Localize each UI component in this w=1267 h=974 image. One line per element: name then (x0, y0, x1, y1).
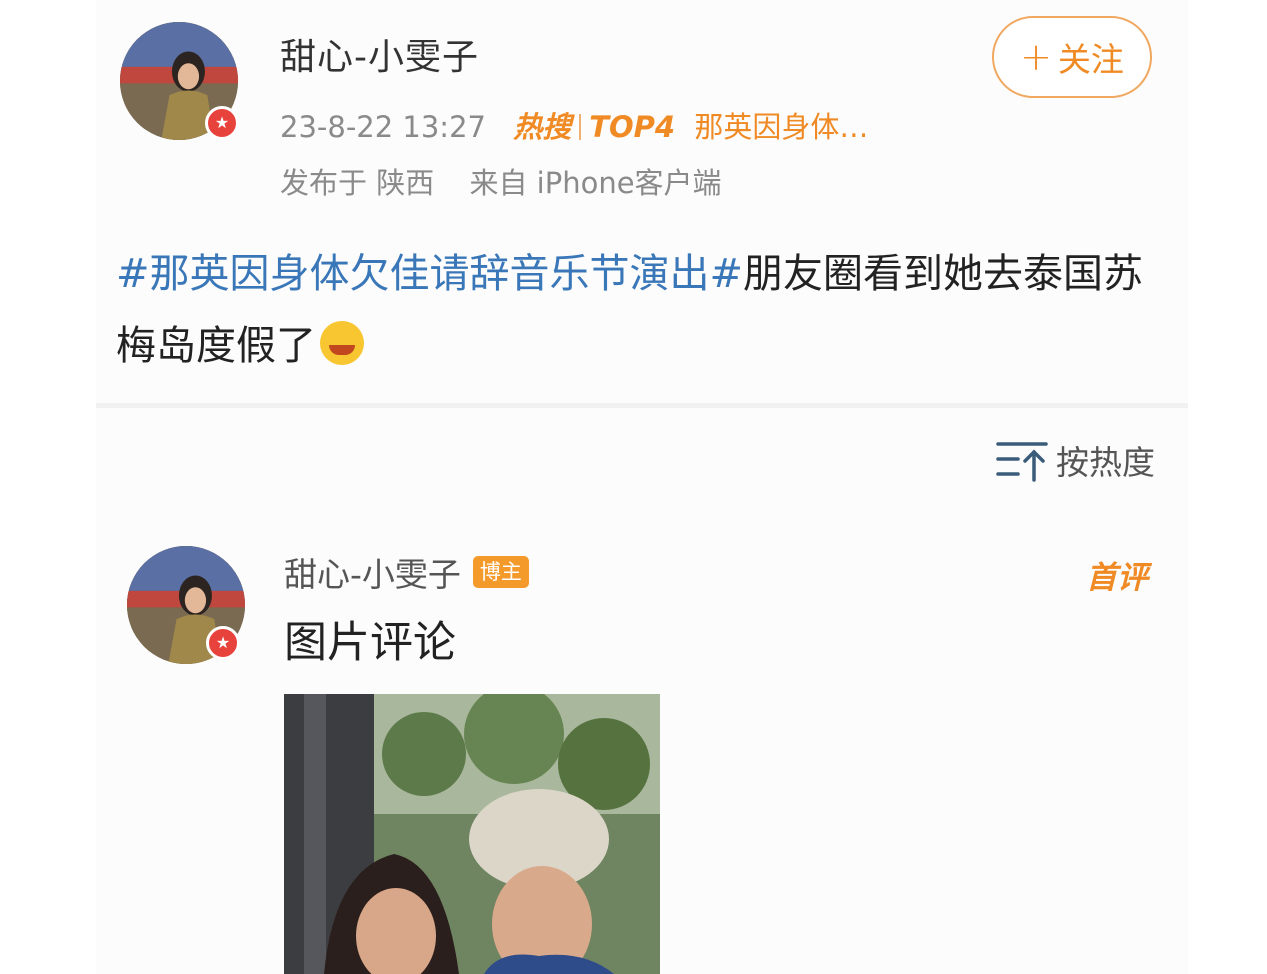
post-location: 发布于 陕西 (280, 166, 435, 200)
section-divider (96, 403, 1188, 408)
post-body: #那英因身体欠佳请辞音乐节演出#朋友圈看到她去泰国苏梅岛度假了 (116, 238, 1156, 382)
verified-badge-icon: ★ (205, 106, 239, 140)
owner-badge: 博主 (472, 556, 529, 588)
post-timestamp: 23-8-22 13:27 (280, 110, 486, 144)
hot-divider (579, 114, 582, 140)
sort-icon (996, 442, 1048, 482)
sort-button[interactable]: 按热度 (996, 436, 1155, 484)
follow-label: 关注 (1057, 40, 1124, 79)
comment-username[interactable]: 甜心-小雯子 (284, 548, 461, 596)
hot-search-label: 热搜 (513, 110, 572, 144)
comment-text: 图片评论 (284, 618, 456, 668)
plus-icon: + (1020, 35, 1052, 79)
follow-button[interactable]: + 关注 (992, 16, 1152, 98)
first-comment-badge: 首评 (1086, 560, 1148, 596)
sort-label: 按热度 (1056, 443, 1155, 482)
post-meta-line-2: 发布于 陕西 来自 iPhone客户端 (280, 160, 722, 202)
post-hashtag[interactable]: #那英因身体欠佳请辞音乐节演出# (116, 251, 743, 297)
post-meta-line-1: 23-8-22 13:27 热搜 TOP4 那英因身体… (280, 104, 868, 146)
hot-search-tag[interactable]: 热搜 TOP4 那英因身体… (513, 110, 868, 144)
post-source: 来自 iPhone客户端 (469, 166, 722, 200)
comment-photo[interactable] (284, 694, 660, 974)
laugh-cry-emoji-icon (320, 321, 364, 365)
post-username[interactable]: 甜心-小雯子 (280, 28, 479, 80)
hot-search-topic: 那英因身体… (694, 110, 869, 144)
comment-verified-badge-icon: ★ (206, 626, 240, 660)
hot-search-rank: TOP4 (589, 110, 676, 144)
comment-header: 甜心-小雯子 博主 (284, 548, 529, 596)
